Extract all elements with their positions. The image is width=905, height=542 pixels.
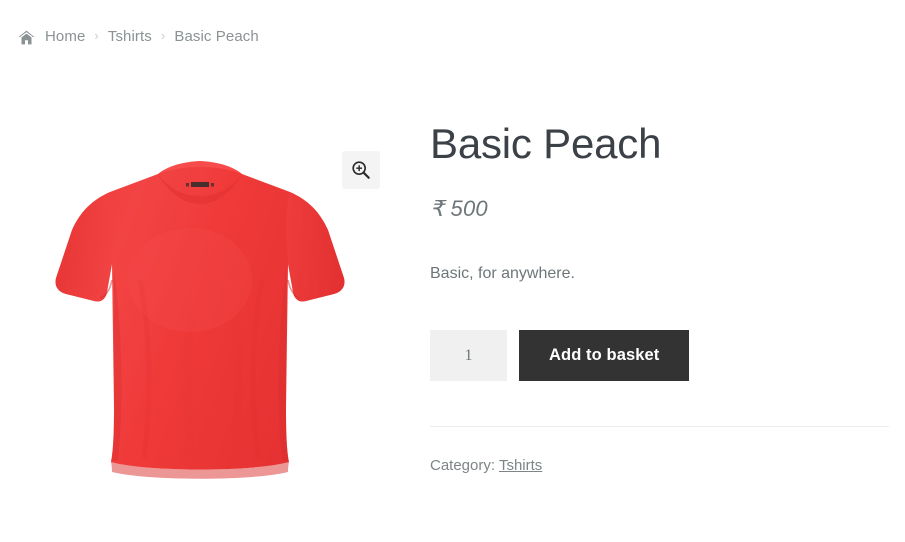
category-label: Category:: [430, 457, 496, 475]
product-meta: Category: Tshirts: [430, 426, 889, 474]
breadcrumb-separator: ›: [94, 27, 99, 43]
breadcrumb-separator: ›: [160, 27, 166, 43]
quantity-input[interactable]: [430, 330, 507, 382]
breadcrumb-item-tshirts[interactable]: Tshirts: [108, 28, 152, 45]
page-title: Basic Peach: [430, 120, 662, 167]
zoom-in-icon[interactable]: [342, 151, 380, 189]
add-to-cart-form: Add to basket: [430, 286, 890, 382]
breadcrumb-item-home[interactable]: Home: [45, 28, 85, 45]
product-price: ₹ 500: [430, 196, 488, 222]
add-to-basket-button[interactable]: Add to basket: [519, 330, 690, 382]
product-short-description: Basic, for anywhere.: [430, 265, 575, 283]
breadcrumb-item-current: Basic Peach: [174, 27, 259, 45]
home-icon[interactable]: [18, 30, 35, 45]
breadcrumb: Home › Tshirts › Basic Peach: [18, 24, 259, 48]
tshirt-illustration: [55, 161, 345, 479]
product-image[interactable]: [18, 120, 394, 496]
category-link[interactable]: Tshirts: [499, 457, 542, 474]
product-gallery: [18, 120, 394, 496]
product-summary: Basic Peach ₹ 500 Basic, for anywhere. A…: [430, 120, 890, 474]
